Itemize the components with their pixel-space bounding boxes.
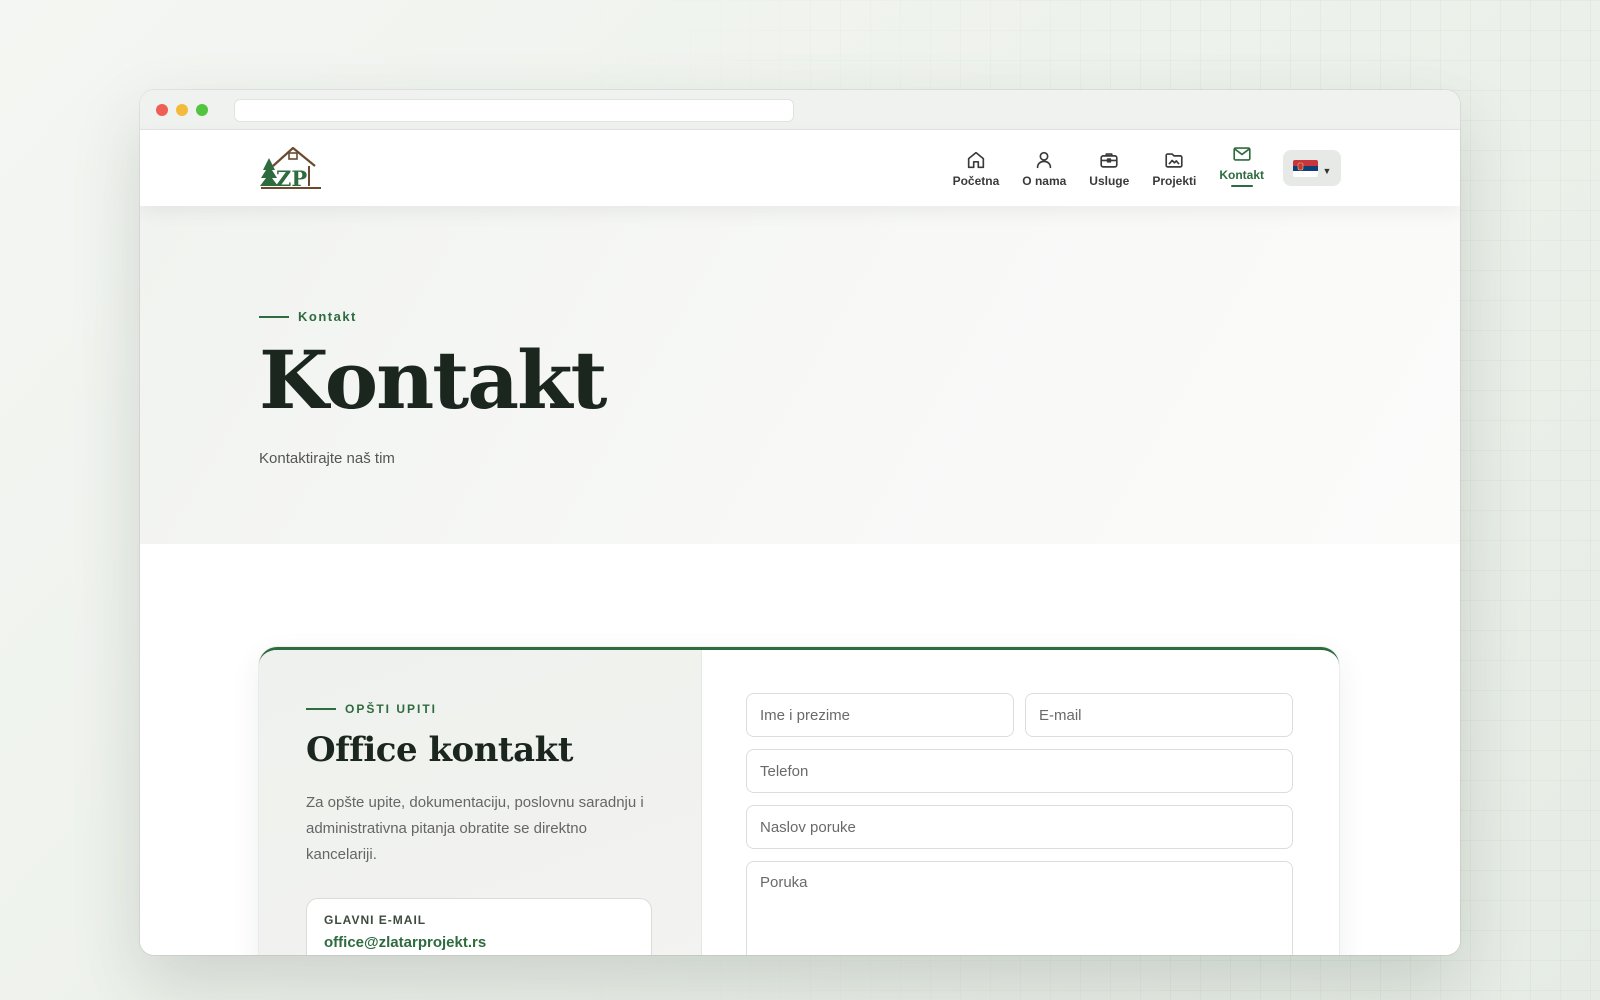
eyebrow-line bbox=[259, 315, 289, 318]
minimize-window-button[interactable] bbox=[176, 103, 188, 116]
phone-input[interactable] bbox=[746, 749, 1293, 793]
chevron-down-icon: ▼ bbox=[1322, 165, 1332, 176]
browser-titlebar bbox=[140, 90, 1460, 130]
zp-logo[interactable]: ZP bbox=[259, 144, 323, 192]
page-subtitle: Kontaktirajte naš tim bbox=[259, 450, 395, 467]
nav-label: Usluge bbox=[1089, 173, 1130, 188]
contact-section: OPŠTI UPITI Office kontakt Za opšte upit… bbox=[140, 544, 1460, 955]
nav-label: Kontakt bbox=[1219, 168, 1264, 182]
card-description: Za opšte upite, dokumentaciju, poslovnu … bbox=[306, 794, 644, 863]
address-bar[interactable] bbox=[234, 99, 794, 122]
image-folder-icon bbox=[1165, 152, 1183, 168]
email-label: GLAVNI E-MAIL bbox=[324, 913, 427, 927]
nav-label: Početna bbox=[952, 173, 1000, 188]
svg-text:ZP: ZP bbox=[276, 166, 307, 191]
close-window-button[interactable] bbox=[156, 103, 168, 116]
user-icon bbox=[1037, 151, 1052, 168]
browser-window: ZP Početna O nama Usluge Projekti Kontak… bbox=[140, 90, 1460, 955]
email-input[interactable] bbox=[1025, 693, 1293, 737]
hero-eyebrow-text: Kontakt bbox=[298, 309, 357, 324]
briefcase-icon bbox=[1100, 152, 1118, 168]
main-email-box[interactable]: GLAVNI E-MAIL office@zlatarprojekt.rs bbox=[306, 898, 652, 955]
nav-item-kontakt[interactable]: Kontakt bbox=[1219, 143, 1264, 187]
site-header: ZP Početna O nama Usluge Projekti Kontak… bbox=[140, 130, 1460, 206]
contact-form bbox=[702, 650, 1339, 955]
nav-item-usluge[interactable]: Usluge bbox=[1089, 149, 1129, 188]
name-input[interactable] bbox=[746, 693, 1014, 737]
eyebrow-line bbox=[306, 708, 336, 710]
card-title: Office kontakt bbox=[306, 730, 573, 770]
main-nav: Početna O nama Usluge Projekti Kontakt ▼ bbox=[930, 146, 1341, 190]
language-selector[interactable]: ▼ bbox=[1283, 150, 1341, 186]
serbia-flag-icon bbox=[1292, 159, 1318, 177]
office-contact-panel: OPŠTI UPITI Office kontakt Za opšte upit… bbox=[259, 650, 702, 955]
active-indicator bbox=[1230, 185, 1253, 187]
email-link[interactable]: office@zlatarprojekt.rs bbox=[324, 934, 634, 951]
nav-label: O nama bbox=[1022, 173, 1067, 188]
nav-item-o-nama[interactable]: O nama bbox=[1022, 149, 1066, 188]
home-icon bbox=[967, 151, 985, 168]
maximize-window-button[interactable] bbox=[196, 103, 208, 116]
card-eyebrow-text: OPŠTI UPITI bbox=[345, 702, 438, 716]
nav-label: Projekti bbox=[1152, 173, 1197, 188]
card-eyebrow: OPŠTI UPITI bbox=[306, 702, 654, 716]
page-title: Kontakt bbox=[259, 333, 607, 427]
hero-section: Kontakt Kontakt Kontaktirajte naš tim bbox=[140, 206, 1460, 544]
hero-eyebrow: Kontakt bbox=[259, 309, 1460, 324]
form-row bbox=[746, 693, 1295, 737]
nav-item-pocetna[interactable]: Početna bbox=[952, 149, 1000, 188]
subject-input[interactable] bbox=[746, 805, 1293, 849]
mail-icon bbox=[1233, 147, 1251, 161]
contact-card: OPŠTI UPITI Office kontakt Za opšte upit… bbox=[259, 647, 1339, 955]
nav-item-projekti[interactable]: Projekti bbox=[1152, 149, 1196, 188]
message-textarea[interactable] bbox=[746, 861, 1293, 955]
